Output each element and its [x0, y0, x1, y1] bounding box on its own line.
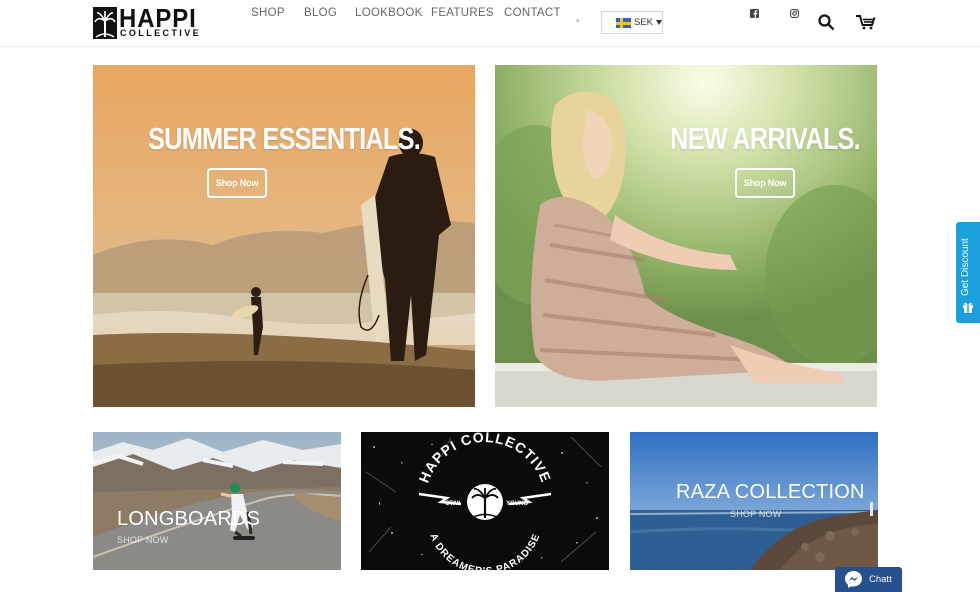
currency-selector[interactable]: SEK [601, 11, 663, 34]
get-discount-tab[interactable]: Get Discount [956, 222, 980, 323]
brand-logo[interactable]: HAPPI COLLECTIVE [93, 5, 202, 39]
search-icon[interactable] [818, 14, 834, 30]
raza-title: RAZA COLLECTION [676, 481, 865, 503]
chat-label: Chatt [869, 574, 892, 585]
summer-photo [93, 65, 475, 407]
nav-lookbook[interactable]: LOOKBOOK [355, 7, 423, 19]
emblem-right-word: YOUNG [506, 501, 528, 507]
messenger-icon [845, 571, 862, 588]
brand-tagline: COLLECTIVE [120, 28, 202, 38]
nav-contact[interactable]: CONTACT [504, 7, 561, 19]
get-discount-label: Get Discount [960, 238, 971, 296]
nav-dot: ° [576, 18, 580, 28]
tile-raza-collection[interactable]: RAZA COLLECTION SHOP NOW [630, 432, 878, 570]
paradise-emblem-graphic: HAPPI COLLECTIVE A DREAMER'S PARADISE ST… [361, 432, 609, 570]
new-arrivals-title: NEW ARRIVALS. [670, 121, 861, 156]
new-arrivals-shop-now-button[interactable]: Shop Now [735, 168, 795, 198]
longboards-photo [93, 432, 341, 570]
caret-down-icon [656, 20, 662, 25]
facebook-icon[interactable] [750, 9, 759, 18]
currency-code: SEK [634, 17, 654, 28]
nav-shop[interactable]: SHOP [251, 7, 285, 19]
tile-longboards[interactable]: LONGBOARDS SHOP NOW [93, 432, 341, 570]
tile-summer-essentials[interactable]: SUMMER ESSENTIALS. Shop Now [93, 65, 475, 407]
tile-new-arrivals[interactable]: NEW ARRIVALS. Shop Now [495, 65, 877, 407]
nav-features[interactable]: FEATURES [431, 7, 494, 19]
raza-shop-now-link[interactable]: SHOP NOW [730, 509, 781, 519]
longboards-shop-now-link[interactable]: SHOP NOW [117, 535, 168, 545]
summer-title: SUMMER ESSENTIALS. [148, 121, 421, 156]
chat-button[interactable]: Chatt [835, 567, 902, 592]
emblem-left-word: STAY [445, 501, 460, 507]
cart-icon[interactable] [855, 14, 876, 30]
gift-icon [963, 302, 973, 313]
new-arrivals-photo [495, 65, 877, 407]
site-header: HAPPI COLLECTIVE SHOP BLOG LOOKBOOK FEAT… [0, 0, 980, 47]
instagram-icon[interactable] [790, 9, 799, 18]
tile-dreamers-paradise[interactable]: HAPPI COLLECTIVE A DREAMER'S PARADISE ST… [361, 432, 609, 570]
sweden-flag-icon [616, 18, 631, 28]
nav-blog[interactable]: BLOG [304, 7, 337, 19]
summer-shop-now-button[interactable]: Shop Now [207, 168, 267, 198]
longboards-title: LONGBOARDS [117, 508, 261, 530]
palm-logo-icon [93, 7, 117, 39]
